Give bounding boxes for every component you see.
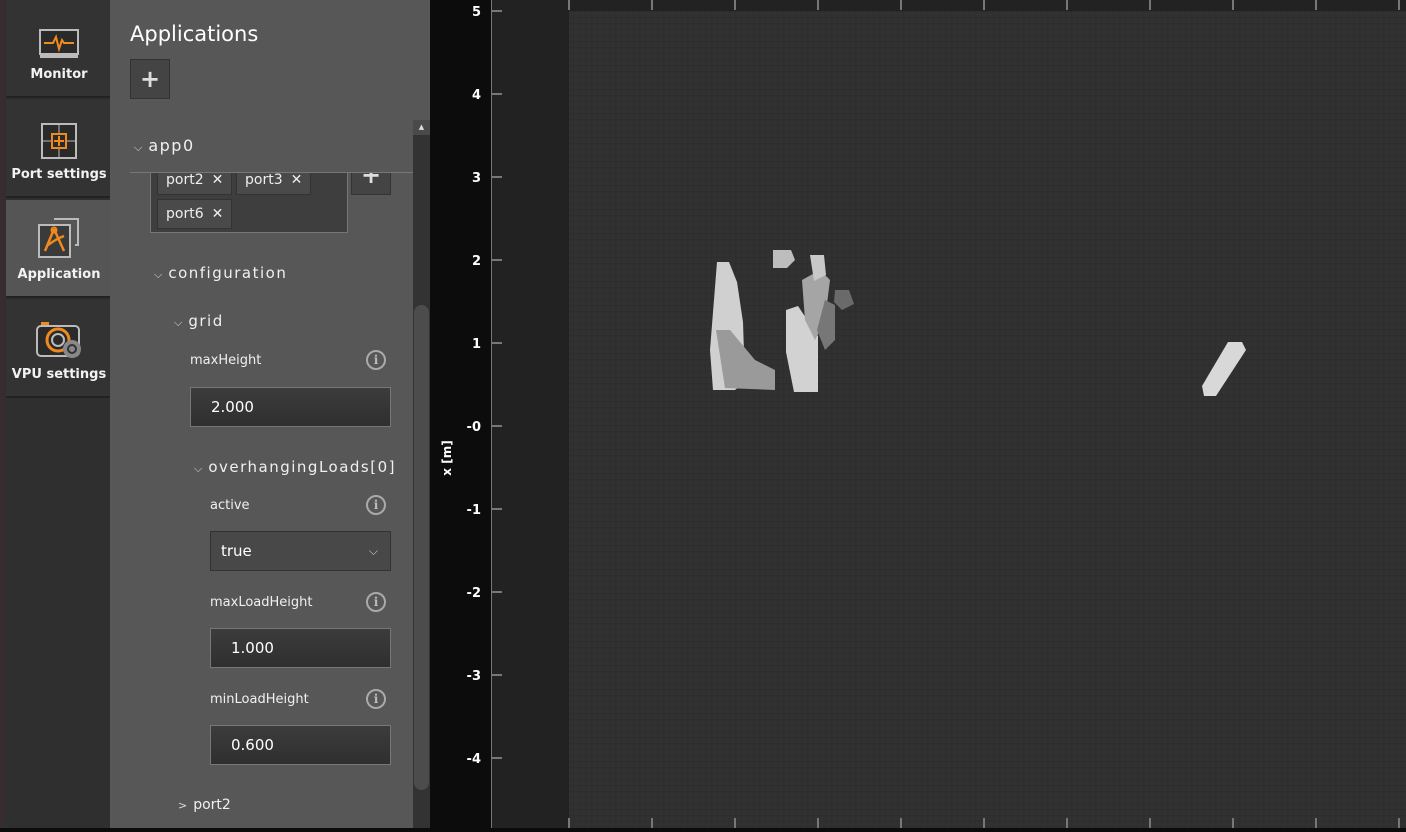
info-icon[interactable]: i — [366, 689, 386, 709]
y-tick-label: -0 — [467, 420, 481, 435]
configuration-node[interactable]: ⌵ configuration — [154, 264, 287, 282]
scrollbar-thumb[interactable] — [414, 305, 429, 790]
grid-area — [569, 11, 1406, 828]
sidebar-item-label: Application — [17, 267, 101, 282]
node-label: overhangingLoads[0] — [208, 458, 396, 476]
application-icon — [38, 218, 79, 258]
max-load-height-label: maxLoadHeight — [210, 595, 313, 610]
sidebar: Monitor Port settings Application VPU se… — [0, 0, 112, 828]
app-name: app0 — [148, 136, 195, 155]
scroll-up-icon[interactable]: ▲ — [413, 120, 430, 135]
node-label: port2 — [193, 797, 231, 813]
app-tree-node[interactable]: ⌵ app0 — [134, 136, 195, 155]
port-tag-label: port2 — [166, 172, 204, 188]
chevron-down-icon: ⌵ — [368, 544, 378, 558]
active-value: true — [221, 542, 252, 560]
port-tag-label: port3 — [245, 172, 283, 188]
y-tick-label: 3 — [472, 171, 481, 186]
y-tick-label: 2 — [472, 254, 481, 269]
sidebar-item-label: Port settings — [11, 167, 107, 182]
chevron-down-icon: ⌵ — [154, 268, 163, 281]
chevron-down-icon: ⌵ — [174, 316, 183, 329]
page-title: Applications — [130, 22, 259, 46]
port-settings-icon — [41, 123, 77, 159]
y-axis-label: x [m] — [440, 440, 454, 475]
remove-port-icon[interactable]: ✕ — [212, 172, 224, 188]
point-cloud-view[interactable]: 5 4 3 2 1 -0 -1 -2 -3 -4 x [m] — [430, 0, 1406, 828]
sidebar-item-application[interactable]: Application — [6, 200, 112, 298]
vpu-settings-icon — [36, 322, 81, 358]
sidebar-item-port-settings[interactable]: Port settings — [6, 100, 112, 198]
y-tick-label: 1 — [472, 337, 481, 352]
grid-node[interactable]: ⌵ grid — [174, 312, 224, 330]
sidebar-item-label: VPU settings — [11, 367, 107, 382]
y-tick-label: -1 — [467, 503, 481, 518]
sidebar-item-vpu-settings[interactable]: VPU settings — [6, 300, 112, 398]
y-tick-label: -2 — [467, 586, 481, 601]
monitor-icon — [39, 29, 79, 58]
chevron-down-icon: ⌵ — [134, 141, 143, 154]
info-icon[interactable]: i — [366, 592, 386, 612]
port2-node[interactable]: > port2 — [178, 797, 231, 813]
node-label: configuration — [168, 264, 288, 282]
remove-port-icon[interactable]: ✕ — [212, 206, 224, 222]
remove-port-icon[interactable]: ✕ — [291, 172, 303, 188]
max-height-input[interactable]: 2.000 — [190, 387, 391, 427]
chevron-right-icon: > — [178, 799, 188, 812]
app-header[interactable]: ⌵ app0 — [130, 122, 413, 173]
applications-panel: Applications + port2 ✕ port3 ✕ port6 ✕ + ⌵ a… — [110, 0, 430, 828]
max-height-label: maxHeight — [190, 353, 262, 368]
info-icon[interactable]: i — [366, 495, 386, 515]
port-tag-label: port6 — [166, 206, 204, 222]
sidebar-item-label: Monitor — [30, 67, 88, 82]
overhanging-loads-node[interactable]: ⌵ overhangingLoads[0] — [194, 458, 396, 476]
info-icon[interactable]: i — [366, 350, 386, 370]
max-load-height-input[interactable]: 1.000 — [210, 628, 391, 668]
port-tag: port6 ✕ — [157, 199, 233, 229]
y-tick-label: 4 — [472, 88, 481, 103]
sidebar-item-monitor[interactable]: Monitor — [6, 0, 112, 98]
y-tick-label: 5 — [472, 5, 481, 20]
y-tick-label: -4 — [467, 752, 481, 767]
scrollbar[interactable]: ▲ — [413, 120, 430, 828]
add-application-button[interactable]: + — [130, 59, 170, 99]
chevron-down-icon: ⌵ — [194, 462, 203, 475]
active-select[interactable]: true ⌵ — [210, 531, 391, 571]
min-load-height-input[interactable]: 0.600 — [210, 725, 391, 765]
active-label: active — [210, 498, 250, 513]
min-load-height-label: minLoadHeight — [210, 692, 309, 707]
node-label: grid — [188, 312, 224, 330]
y-tick-label: -3 — [467, 669, 481, 684]
